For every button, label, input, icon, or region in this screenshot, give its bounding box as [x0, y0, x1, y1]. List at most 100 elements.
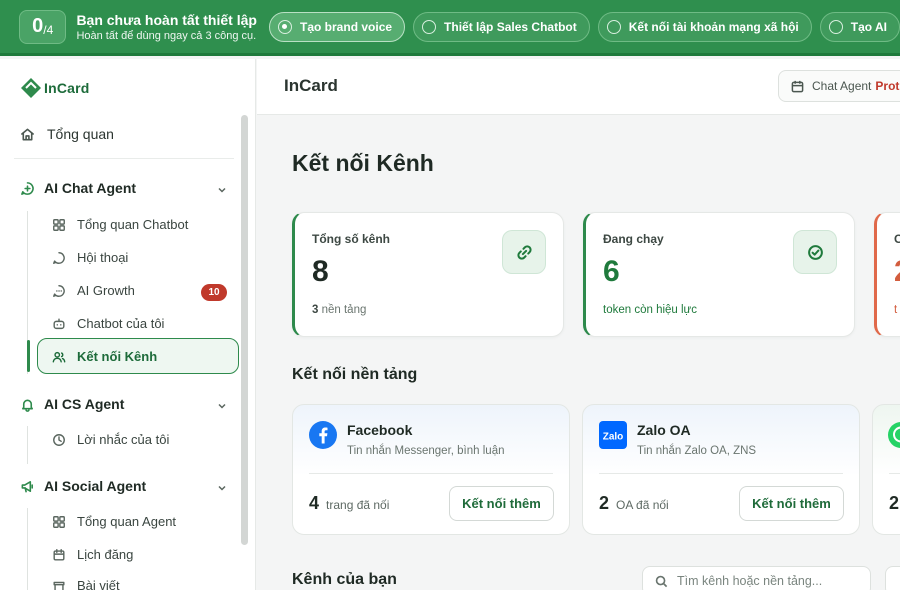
incard-logo-icon [21, 78, 41, 98]
setup-banner: 0 /4 Bạn chưa hoàn tất thiết lập Hoàn tấ… [0, 0, 900, 56]
channel-search-input[interactable]: Tìm kênh hoặc nền tảng... [642, 566, 871, 590]
zalo-logo-text: Zalo [603, 432, 624, 443]
tree-line [27, 426, 28, 464]
stat-value: 6 [603, 255, 620, 288]
message-icon [53, 251, 65, 264]
link-icon [516, 244, 532, 260]
stat-label: Đang chạy [603, 232, 664, 246]
stat-card-total-channels: Tổng số kênh 8 3 nền tảng [292, 212, 564, 337]
divider [599, 473, 843, 474]
calendar-icon [791, 80, 804, 92]
section-label: AI Chat Agent [44, 180, 137, 196]
sidebar-item-channel-connect[interactable]: Kết nối Kênh [52, 349, 157, 364]
header-title: InCard [284, 76, 338, 95]
search-placeholder: Tìm kênh hoặc nền tảng... [677, 574, 823, 588]
step-sales-chatbot[interactable]: Thiết lập Sales Chatbot [413, 11, 590, 42]
chevron-down-icon[interactable] [217, 483, 227, 493]
stat-value: 8 [312, 255, 329, 288]
facebook-icon [309, 421, 337, 449]
stat-value: 2 [894, 255, 900, 289]
message-dots-icon [53, 284, 65, 297]
nav-overview-label: Tổng quan [47, 126, 114, 142]
sidebar-item-my-chatbot[interactable]: Chatbot của tôi [52, 316, 164, 331]
divider [889, 473, 900, 474]
sidebar-item-posts[interactable]: Bài viết [52, 578, 120, 590]
stat-card-third: C 2 t [874, 212, 900, 337]
platform-desc: Tin nhắn Zalo OA, ZNS [637, 445, 757, 457]
sidebar-item-label: Tổng quan Chatbot [77, 217, 189, 232]
section-ai-chat-agent[interactable]: AI Chat Agent [20, 180, 136, 196]
sidebar-scrollbar[interactable] [241, 115, 248, 545]
platform-desc: Tin nhắn Messenger, bình luận [347, 445, 505, 457]
sidebar: InCard Tổng quan AI Chat Agent Tổng quan… [0, 59, 256, 590]
bell-icon [22, 398, 33, 412]
channels-section-title: Kênh của bạn [292, 571, 397, 588]
agent-selector-value: Prot [875, 79, 900, 93]
search-icon [655, 575, 668, 587]
platform-count: 4 trang đã nối [309, 493, 389, 514]
connect-more-facebook-button[interactable]: Kết nối thêm [449, 486, 554, 521]
step-label: Kết nối tài khoản mạng xã hội [628, 19, 799, 34]
sidebar-item-schedule[interactable]: Lịch đăng [52, 547, 133, 562]
stat-label: Tổng số kênh [312, 232, 390, 246]
platform-name: Facebook [347, 422, 413, 438]
sidebar-item-label: AI Growth [77, 283, 135, 298]
connect-more-zalo-button[interactable]: Kết nối thêm [739, 486, 844, 521]
platform-count-unit: OA đã nối [616, 498, 669, 512]
stat-icon-box [793, 230, 837, 274]
grid-icon [53, 218, 65, 231]
radio-icon [828, 19, 843, 34]
progress-done: 0 [32, 15, 44, 37]
chevron-down-icon[interactable] [217, 401, 227, 411]
whatsapp-icon [888, 422, 900, 448]
setup-progress: 0 /4 [19, 9, 67, 44]
nav-overview[interactable]: Tổng quan [20, 126, 114, 142]
sidebar-item-ai-growth[interactable]: AI Growth [52, 283, 135, 298]
step-social-accounts[interactable]: Kết nối tài khoản mạng xã hội [597, 11, 812, 42]
step-label: Thiết lập Sales Chatbot [444, 19, 577, 34]
divider [14, 158, 234, 159]
platform-count-number: 4 [309, 493, 320, 513]
sidebar-item-label: Kết nối Kênh [77, 349, 158, 364]
agent-selector[interactable]: Chat Agent Prot [778, 70, 900, 102]
sidebar-item-conversations[interactable]: Hội thoại [52, 250, 128, 265]
banner-text: Bạn chưa hoàn tất thiết lập Hoàn tất để … [76, 11, 261, 43]
banner-subtitle: Hoàn tất để dùng ngay cả 3 công cụ. [76, 29, 257, 42]
sidebar-item-my-reminders[interactable]: Lời nhắc của tôi [52, 432, 169, 447]
platform-card-whatsapp: 2 [872, 404, 900, 535]
step-label: Tạo brand voice [300, 19, 393, 34]
platform-count-number: 2 [599, 493, 610, 513]
chevron-down-icon[interactable] [217, 185, 227, 195]
megaphone-icon [21, 480, 33, 492]
platform-count-number: 2 [889, 493, 900, 513]
platform-count-unit: trang đã nối [326, 498, 390, 512]
tree-line [27, 508, 28, 590]
sidebar-item-label: Bài viết [77, 578, 120, 590]
banner-title: Bạn chưa hoàn tất thiết lập [76, 11, 257, 28]
sidebar-item-agent-overview[interactable]: Tổng quan Agent [52, 514, 176, 529]
stat-sub: 3 nền tảng [312, 304, 366, 316]
clock-icon [53, 433, 65, 446]
ai-growth-badge: 10 [201, 284, 227, 301]
platform-count: 2 OA đã nối [599, 493, 669, 514]
grid-icon [53, 515, 65, 528]
step-create-ai[interactable]: Tạo AI [819, 11, 900, 42]
step-label: Tạo AI [850, 19, 887, 34]
sidebar-item-label: Chatbot của tôi [77, 316, 165, 331]
document-icon [53, 581, 65, 590]
top-header: InCard Chat Agent Prot [257, 59, 900, 115]
platform-count: 2 [889, 493, 899, 514]
stat-sub: token còn hiệu lực [603, 304, 698, 316]
divider [309, 473, 553, 474]
platform-name: Zalo OA [637, 422, 691, 438]
logo[interactable]: InCard [20, 77, 90, 99]
sidebar-item-label: Lịch đăng [77, 547, 134, 562]
step-brand-voice[interactable]: Tạo brand voice [269, 11, 406, 42]
section-label: AI Social Agent [44, 478, 147, 494]
section-ai-cs-agent[interactable]: AI CS Agent [20, 396, 124, 412]
home-icon [21, 128, 34, 140]
chat-plus-icon [21, 181, 34, 195]
section-ai-social-agent[interactable]: AI Social Agent [20, 478, 146, 494]
filter-button[interactable] [885, 566, 900, 590]
sidebar-item-chatbot-overview[interactable]: Tổng quan Chatbot [52, 217, 188, 232]
